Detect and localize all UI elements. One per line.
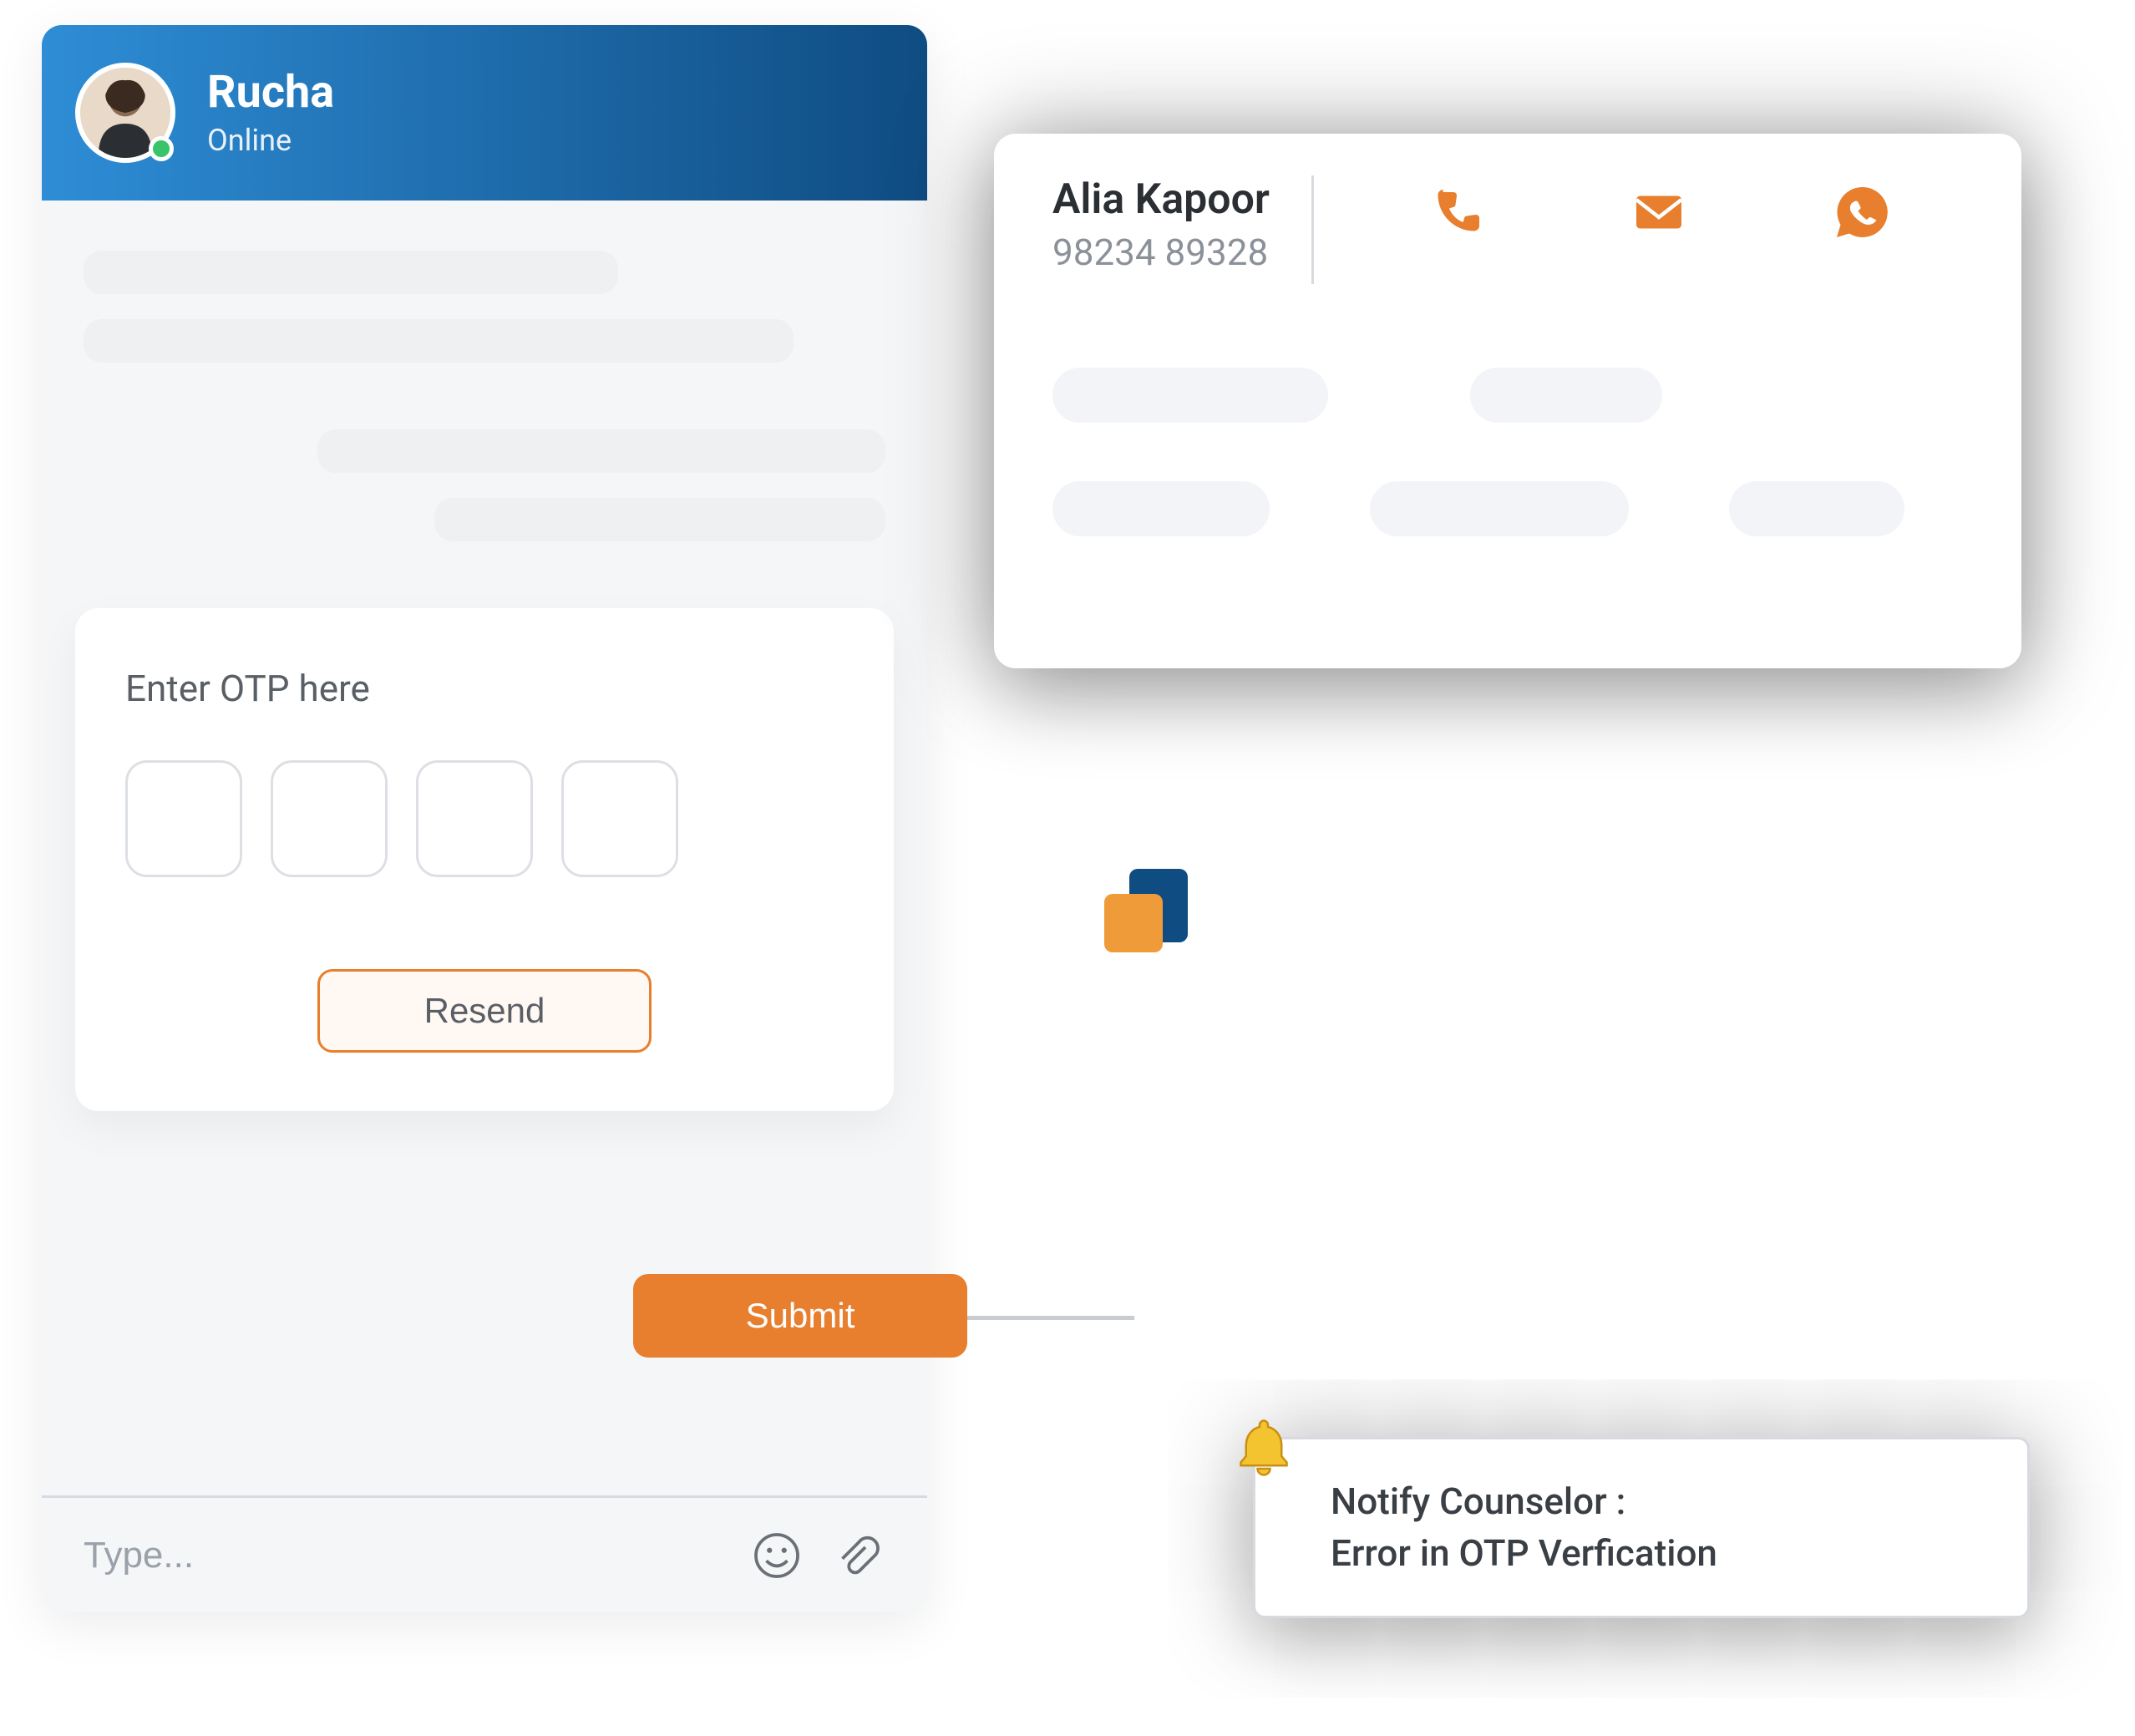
- agent-status: Online: [207, 123, 334, 158]
- placeholder-pill: [1370, 481, 1629, 536]
- avatar-wrap: [75, 63, 175, 163]
- chat-header: Rucha Online: [42, 25, 927, 201]
- contact-name: Alia Kapoor: [1052, 175, 1270, 224]
- submit-button[interactable]: Submit: [633, 1274, 967, 1358]
- contact-top: Alia Kapoor 98234 89328: [1052, 175, 1963, 284]
- otp-digit-1[interactable]: [125, 760, 242, 877]
- contact-actions: [1356, 175, 1963, 242]
- placeholder-pill: [1729, 481, 1904, 536]
- contact-detail-row: [1052, 481, 1963, 536]
- otp-digit-4[interactable]: [561, 760, 678, 877]
- contact-card: Alia Kapoor 98234 89328: [994, 134, 2021, 668]
- bell-icon: [1230, 1414, 1297, 1481]
- contact-phone: 98234 89328: [1052, 231, 1270, 274]
- otp-title: Enter OTP here: [125, 667, 844, 710]
- chat-header-text: Rucha Online: [207, 68, 334, 157]
- notification-card: Notify Counselor : Error in OTP Verficat…: [1253, 1437, 2030, 1618]
- chat-panel: Rucha Online Enter OTP here Resend: [42, 25, 927, 1612]
- otp-inputs: [125, 760, 844, 877]
- notification-line-2: Error in OTP Verfication: [1331, 1528, 1977, 1580]
- whatsapp-icon[interactable]: [1832, 182, 1892, 242]
- message-bubble-outgoing: [317, 429, 885, 473]
- emoji-icon[interactable]: [748, 1527, 805, 1584]
- otp-digit-2[interactable]: [271, 760, 388, 877]
- online-status-dot-icon: [149, 136, 174, 161]
- messages-area: [42, 201, 927, 608]
- otp-actions: Resend: [125, 969, 844, 1053]
- attachment-icon[interactable]: [829, 1527, 885, 1584]
- otp-digit-3[interactable]: [416, 760, 533, 877]
- composer: [42, 1495, 927, 1612]
- message-bubble-incoming: [84, 319, 794, 363]
- message-bubble-outgoing: [434, 498, 885, 541]
- composer-input[interactable]: [84, 1535, 725, 1576]
- connector-node-icon: [1104, 869, 1188, 952]
- agent-name: Rucha: [207, 68, 334, 117]
- separator: [1311, 175, 1314, 284]
- email-icon[interactable]: [1629, 182, 1689, 242]
- connector-line: [967, 1316, 1134, 1320]
- otp-card: Enter OTP here Resend: [75, 608, 894, 1111]
- phone-icon[interactable]: [1427, 182, 1487, 242]
- placeholder-pill: [1052, 481, 1270, 536]
- placeholder-pill: [1470, 368, 1662, 423]
- placeholder-pill: [1052, 368, 1328, 423]
- notification-line-1: Notify Counselor :: [1331, 1476, 1977, 1528]
- message-bubble-incoming: [84, 251, 618, 294]
- contact-detail-row: [1052, 368, 1963, 423]
- resend-button[interactable]: Resend: [317, 969, 652, 1053]
- contact-info: Alia Kapoor 98234 89328: [1052, 175, 1270, 274]
